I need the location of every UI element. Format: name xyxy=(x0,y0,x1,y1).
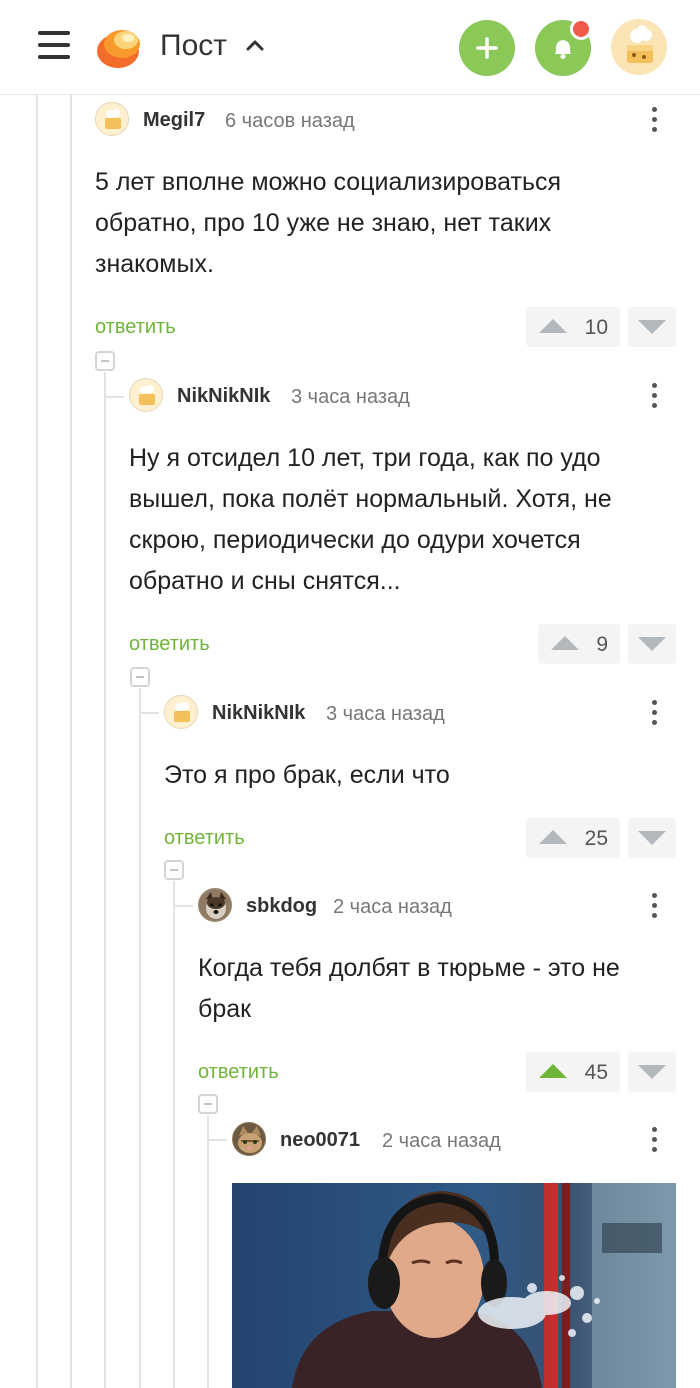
rating-count: 45 xyxy=(584,1061,608,1084)
comment-time[interactable]: 2 часа назад xyxy=(333,896,452,919)
comment-header: NikNikNIk 3 часа назад xyxy=(164,695,676,731)
comment-author[interactable]: neo0071 xyxy=(280,1129,360,1152)
downvote-arrow-icon xyxy=(638,831,666,845)
comment-header: sbkdog 2 часа назад xyxy=(198,888,676,924)
thread-line xyxy=(104,372,106,1388)
downvote-arrow-icon xyxy=(638,1065,666,1079)
comment: Megil7 6 часов назад 5 лет вполне можно … xyxy=(95,102,676,347)
add-post-button[interactable] xyxy=(459,20,515,76)
thread-line xyxy=(139,688,141,1388)
comment-footer: ответить 45 xyxy=(198,1052,676,1092)
rating-count: 10 xyxy=(584,316,608,339)
comment-text: Это я про брак, если что xyxy=(164,761,450,789)
user-avatar[interactable] xyxy=(611,19,667,75)
thread-line xyxy=(173,881,175,1388)
downvote-arrow-icon xyxy=(638,320,666,334)
comment-time[interactable]: 2 часа назад xyxy=(382,1130,501,1153)
top-bar: Пост xyxy=(0,0,700,95)
avatar[interactable] xyxy=(95,102,129,136)
collapse-thread-button[interactable] xyxy=(130,667,150,687)
reply-link[interactable]: ответить xyxy=(164,827,245,850)
thread-connector xyxy=(104,396,124,398)
collapse-thread-button[interactable] xyxy=(164,860,184,880)
thread-connector xyxy=(139,712,159,714)
reply-link[interactable]: ответить xyxy=(198,1061,279,1084)
comment-footer: ответить 9 xyxy=(129,624,676,664)
avatar[interactable] xyxy=(129,378,163,412)
upvote-arrow-icon xyxy=(539,319,567,333)
more-options-icon[interactable] xyxy=(644,1124,664,1156)
downvote-arrow-icon xyxy=(638,637,666,651)
comment-header: Megil7 6 часов назад xyxy=(95,102,676,138)
comment-image[interactable] xyxy=(232,1183,676,1388)
comment-header: neo0071 2 часа назад xyxy=(232,1122,676,1158)
collapse-thread-button[interactable] xyxy=(95,351,115,371)
page-title[interactable]: Пост xyxy=(160,29,227,63)
upvote-button[interactable]: 10 xyxy=(526,307,620,347)
comment-text: 5 лет вполне можно социализироваться обр… xyxy=(95,168,562,278)
comment: neo0071 2 часа назад xyxy=(232,1122,676,1158)
more-options-icon[interactable] xyxy=(644,697,664,729)
comment-time[interactable]: 3 часа назад xyxy=(326,703,445,726)
avatar[interactable] xyxy=(198,888,232,922)
chevron-up-icon[interactable] xyxy=(244,34,266,56)
comment-text: Когда тебя долбят в тюрьме - это не брак xyxy=(198,954,620,1023)
upvote-button[interactable]: 25 xyxy=(526,818,620,858)
rating-count: 25 xyxy=(584,827,608,850)
thread-connector xyxy=(207,1139,227,1141)
rating-count: 9 xyxy=(596,633,608,656)
comment-author[interactable]: Megil7 xyxy=(143,109,205,132)
comment-time[interactable]: 6 часов назад xyxy=(225,110,355,133)
comment-author[interactable]: sbkdog xyxy=(246,895,317,918)
reply-link[interactable]: ответить xyxy=(95,316,176,339)
collapse-thread-button[interactable] xyxy=(198,1094,218,1114)
more-options-icon[interactable] xyxy=(644,104,664,136)
plus-icon xyxy=(476,37,498,59)
comment-footer: ответить 10 xyxy=(95,307,676,347)
upvote-button[interactable]: 9 xyxy=(538,624,620,664)
menu-icon[interactable] xyxy=(38,31,70,61)
downvote-button[interactable] xyxy=(628,1052,676,1092)
upvote-arrow-icon xyxy=(539,1064,567,1078)
comment-header: NikNikNIk 3 часа назад xyxy=(129,378,676,414)
comment-author[interactable]: NikNikNIk xyxy=(212,702,305,725)
comment: NikNikNIk 3 часа назад Это я про брак, е… xyxy=(164,695,676,858)
notification-badge xyxy=(570,18,592,40)
more-options-icon[interactable] xyxy=(644,890,664,922)
comment-time[interactable]: 3 часа назад xyxy=(291,386,410,409)
comment-author[interactable]: NikNikNIk xyxy=(177,385,270,408)
avatar[interactable] xyxy=(232,1122,266,1156)
upvote-arrow-icon xyxy=(539,830,567,844)
upvote-arrow-icon xyxy=(551,636,579,650)
more-options-icon[interactable] xyxy=(644,380,664,412)
thread-connector xyxy=(173,905,193,907)
thread-line xyxy=(207,1115,209,1388)
avatar[interactable] xyxy=(164,695,198,729)
comment: NikNikNIk 3 часа назад Ну я отсидел 10 л… xyxy=(129,378,676,664)
downvote-button[interactable] xyxy=(628,307,676,347)
upvote-button[interactable]: 45 xyxy=(526,1052,620,1092)
comment-text: Ну я отсидел 10 лет, три года, как по уд… xyxy=(129,444,612,595)
comment: sbkdog 2 часа назад Когда тебя долбят в … xyxy=(198,888,676,1092)
downvote-button[interactable] xyxy=(628,818,676,858)
downvote-button[interactable] xyxy=(628,624,676,664)
reply-link[interactable]: ответить xyxy=(129,633,210,656)
comment-footer: ответить 25 xyxy=(164,818,676,858)
thread-line xyxy=(36,95,38,1388)
pikabu-logo[interactable] xyxy=(96,24,144,70)
thread-line xyxy=(70,95,72,1388)
